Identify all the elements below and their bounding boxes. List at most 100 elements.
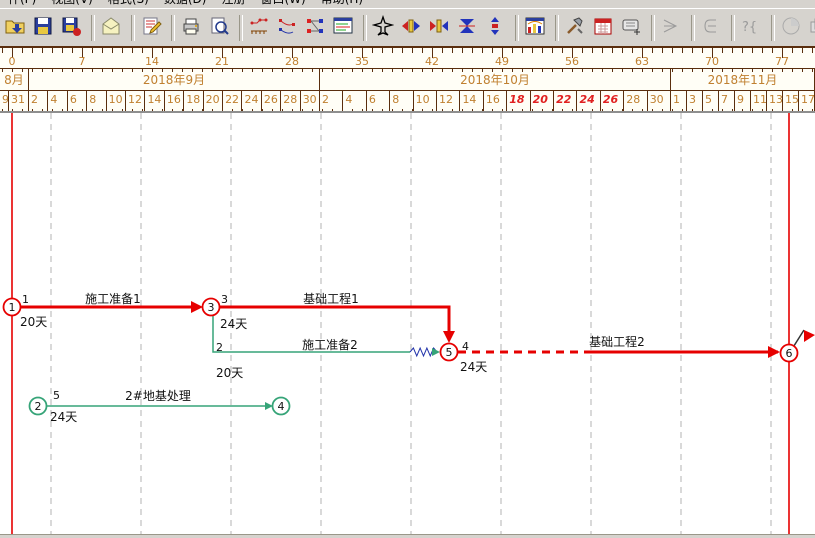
day-cell: 8: [87, 91, 106, 113]
activity-施工准备1[interactable]: 1施工准备120天: [20, 292, 203, 329]
toolbar-separator: [515, 15, 519, 41]
node-4[interactable]: 4: [273, 398, 290, 415]
toolbar-button-net-nodes[interactable]: [303, 16, 327, 40]
day-group-1: 24681012141618202224262830: [29, 91, 320, 113]
node-number: 1: [9, 301, 16, 314]
activity-duration: 24天: [50, 410, 77, 424]
day-cell: 4: [48, 91, 67, 113]
toolbar-separator: [91, 15, 95, 41]
toolbar-button-table-add[interactable]: [619, 16, 643, 40]
day-cell: 22: [223, 91, 242, 113]
menu-bar: 件(F)视图(V)格式(S)数据(D)注册窗口(W) 帮助(H): [0, 0, 815, 8]
activity-基础工程1[interactable]: 3基础工程124天: [220, 291, 455, 343]
node-3[interactable]: 3: [203, 299, 220, 316]
day-cell: 24: [242, 91, 261, 113]
net-links-icon: [276, 15, 298, 41]
toolbar-button-filter-disabled[interactable]: [659, 16, 683, 40]
day-cell: 7: [719, 91, 735, 113]
network-diagram-canvas[interactable]: 1施工准备120天3基础工程124天2施工准备220天4基础工程224天52#地…: [0, 111, 815, 534]
node-5[interactable]: 5: [441, 344, 458, 361]
node-1[interactable]: 1: [4, 299, 21, 316]
day-group-2: 24681012141618202224262830: [320, 91, 671, 113]
mail-open-icon: [100, 15, 122, 41]
toolbar-button-compress-vertical[interactable]: [455, 16, 479, 40]
branch-disabled-icon: [700, 15, 722, 41]
week-scale-number: 42: [425, 55, 439, 68]
day-cell: 2: [29, 91, 48, 113]
activity-2#地基处理[interactable]: 5 2#地基处理 24天: [47, 389, 273, 424]
toolbar-button-plane-cross[interactable]: [371, 16, 395, 40]
menu-item-1[interactable]: 视图(V): [45, 0, 99, 7]
arrowhead: [191, 301, 203, 313]
node-6[interactable]: 6: [781, 345, 798, 362]
activity-line[interactable]: [220, 307, 449, 332]
activity-number: 5: [53, 389, 60, 402]
arrows-in-icon: [428, 15, 450, 41]
activity-duration: 24天: [460, 360, 487, 374]
toolbar-button-calendar[interactable]: [591, 16, 615, 40]
activity-name: 基础工程2: [589, 334, 645, 349]
tools-icon: [564, 15, 586, 41]
node-2[interactable]: 2: [30, 398, 47, 415]
toolbar-button-net-links[interactable]: [275, 16, 299, 40]
day-cell: 2: [320, 91, 343, 113]
day-cell: 12: [126, 91, 145, 113]
toolbar-separator: [239, 15, 243, 41]
week-scale-number: 56: [565, 55, 579, 68]
toolbar-button-refresh-disabled[interactable]: [779, 16, 803, 40]
toolbar-separator: [171, 15, 175, 41]
menu-item-2[interactable]: 格式(S): [102, 0, 155, 7]
toolbar-button-print[interactable]: [179, 16, 203, 40]
day-cell: 26: [262, 91, 281, 113]
open-icon: [4, 15, 26, 41]
toolbar-button-save-as[interactable]: [59, 16, 83, 40]
day-cell: 26: [601, 91, 624, 113]
chart-window-icon: [524, 15, 546, 41]
activity-number: 4: [462, 340, 469, 353]
compress-vertical-icon: [456, 15, 478, 41]
menu-item-5[interactable]: 窗口(W): [254, 0, 311, 7]
windows-disabled-icon: [808, 15, 815, 41]
day-cell: 17: [799, 91, 815, 113]
menu-item-3[interactable]: 数据(D): [158, 0, 213, 7]
week-scale-number: 21: [215, 55, 229, 68]
toolbar-button-condition-disabled[interactable]: ?{: [739, 16, 763, 40]
toolbar-button-arrows-in[interactable]: [427, 16, 451, 40]
node-number: 3: [208, 301, 215, 314]
day-cell: 16: [165, 91, 184, 113]
day-cell: 28: [281, 91, 300, 113]
toolbar-separator: [363, 15, 367, 41]
toolbar-button-net-timescale[interactable]: [247, 16, 271, 40]
activity-name: 2#地基处理: [125, 389, 191, 403]
toolbar-button-expand-vertical[interactable]: [483, 16, 507, 40]
toolbar-separator: [771, 15, 775, 41]
toolbar-button-tools[interactable]: [563, 16, 587, 40]
menu-item-6[interactable]: 帮助(H): [315, 0, 369, 7]
day-cell: 3: [687, 91, 703, 113]
toolbar-button-mail-open[interactable]: [99, 16, 123, 40]
toolbar-button-arrows-out[interactable]: [399, 16, 423, 40]
activity-基础工程2[interactable]: 4 基础工程2 24天: [458, 334, 780, 374]
toolbar-button-chart-window[interactable]: [523, 16, 547, 40]
week-scale-number: 7: [79, 55, 86, 68]
week-scale-number: 49: [495, 55, 509, 68]
week-scale-number: 0: [9, 55, 16, 68]
toolbar-button-edit-note[interactable]: [139, 16, 163, 40]
filter-disabled-icon: [660, 15, 682, 41]
menu-item-0[interactable]: 件(F): [2, 0, 42, 7]
toolbar-button-windows-disabled[interactable]: [807, 16, 815, 40]
toolbar-button-branch-disabled[interactable]: [699, 16, 723, 40]
toolbar-button-save[interactable]: [31, 16, 55, 40]
day-cell: 24: [577, 91, 600, 113]
week-scale-number: 35: [355, 55, 369, 68]
node-number: 2: [35, 400, 42, 413]
toolbar-button-net-picture[interactable]: [331, 16, 355, 40]
menu-item-4[interactable]: 注册: [215, 0, 251, 7]
toolbar-button-print-preview[interactable]: [207, 16, 231, 40]
bottom-scroll-strip[interactable]: [0, 534, 815, 538]
toolbar: ?{??: [0, 8, 815, 46]
toolbar-button-open[interactable]: [3, 16, 27, 40]
day-cell: 22: [554, 91, 577, 113]
day-cell: 10: [414, 91, 437, 113]
network-diagram[interactable]: 1施工准备120天3基础工程124天2施工准备220天4基础工程224天52#地…: [0, 113, 815, 534]
